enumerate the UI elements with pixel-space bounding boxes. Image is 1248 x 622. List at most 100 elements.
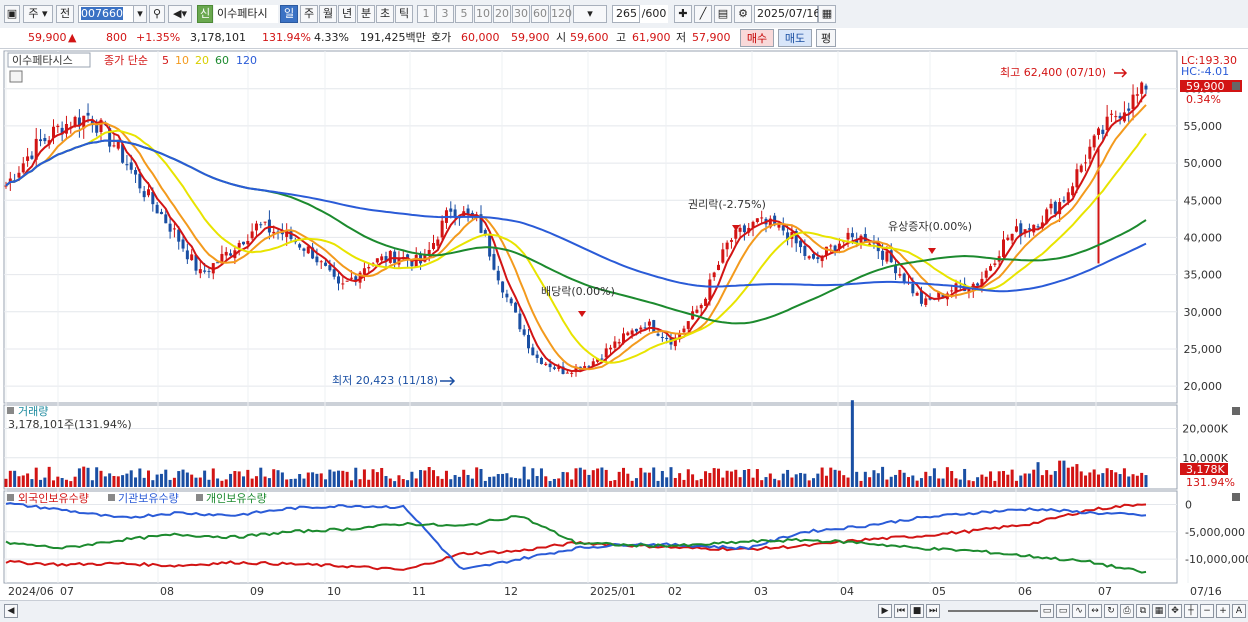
window-menu-icon[interactable]: ▣	[4, 5, 20, 23]
crosshair-icon[interactable]: ┼	[1184, 604, 1198, 618]
candle-body	[254, 223, 258, 231]
volume-bar	[708, 472, 712, 487]
tab-month[interactable]: 월	[319, 5, 337, 23]
view-icon-1[interactable]: ▭	[1040, 604, 1054, 618]
volume-bar	[414, 478, 418, 487]
interval-30[interactable]: 30	[512, 5, 530, 23]
interval-3[interactable]: 3	[436, 5, 454, 23]
volume-bar	[963, 468, 967, 487]
print-icon[interactable]: ⎙	[1120, 604, 1134, 618]
candle-body	[1079, 165, 1083, 172]
zoom-in-icon[interactable]: +	[1216, 604, 1230, 618]
zoom-slider[interactable]	[948, 610, 1038, 612]
volume-bar	[812, 478, 815, 487]
volume-bar	[60, 478, 64, 487]
candle-body	[717, 264, 720, 271]
interval-1[interactable]: 1	[417, 5, 435, 23]
volume-bar	[919, 478, 923, 487]
volume-title: 거래량	[18, 405, 48, 418]
code-dropdown-icon[interactable]: ▾	[133, 5, 147, 23]
volume-bar	[224, 479, 228, 487]
chart-area[interactable]: 60,00055,00050,00045,00040,00035,00030,0…	[0, 49, 1248, 621]
volume-bar	[466, 474, 470, 487]
interval-60[interactable]: 60	[531, 5, 549, 23]
volume-bar	[332, 471, 336, 487]
price-tick-label: 50,000	[1184, 157, 1223, 170]
interval-input[interactable]: ▾	[573, 5, 607, 23]
volume-bar	[548, 481, 552, 487]
date-input[interactable]: 2025/07/16	[754, 5, 820, 23]
candle-body	[159, 211, 163, 215]
interval-120[interactable]: 120	[550, 5, 572, 23]
tab-year[interactable]: 년	[338, 5, 356, 23]
volume-bar	[803, 473, 807, 487]
zoom-out-icon[interactable]: −	[1200, 604, 1214, 618]
type-select[interactable]: 주 ▾	[23, 5, 53, 23]
volume-bar	[324, 479, 328, 487]
volume-bar	[69, 481, 73, 487]
volume-bar	[129, 470, 133, 487]
save-icon[interactable]: ▤	[714, 5, 732, 23]
copy-icon[interactable]: ⧉	[1136, 604, 1150, 618]
candle-body	[1062, 199, 1066, 202]
candle-body	[172, 228, 176, 230]
volume-bar	[622, 467, 625, 487]
interval-5[interactable]: 5	[455, 5, 473, 23]
refresh-icon[interactable]: ↻	[1104, 604, 1118, 618]
chart-tool-icon[interactable]: ✚	[674, 5, 692, 23]
gear-icon[interactable]: ⚙	[734, 5, 752, 23]
volume-bar	[246, 469, 250, 487]
draw-tool-icon[interactable]: ╱	[694, 5, 712, 23]
stop-icon[interactable]: ■	[910, 604, 924, 618]
search-icon[interactable]: ⚲	[149, 5, 165, 23]
volume-last-pct: 131.94%	[1186, 476, 1235, 489]
interval-10[interactable]: 10	[474, 5, 492, 23]
volume-bar	[142, 477, 146, 487]
high-label: 고	[616, 31, 627, 44]
candle-body	[639, 327, 643, 330]
candle-body	[332, 269, 336, 277]
font-icon[interactable]: A	[1232, 604, 1246, 618]
eval-button[interactable]: 평	[816, 29, 836, 47]
count-input[interactable]: 265	[612, 5, 640, 23]
volume-bar	[319, 473, 323, 487]
volume-bar	[13, 470, 17, 487]
calendar-icon[interactable]: ▦	[818, 5, 836, 23]
tab-week[interactable]: 주	[300, 5, 318, 23]
interval-20[interactable]: 20	[493, 5, 511, 23]
tab-minute[interactable]: 분	[357, 5, 375, 23]
candle-body	[881, 250, 885, 260]
volume-bar	[453, 475, 457, 487]
scroll-left-icon[interactable]: ◀	[4, 604, 18, 618]
scroll-right-icon[interactable]: ▶	[878, 604, 892, 618]
scope-button[interactable]: 전	[56, 5, 74, 23]
sell-button[interactable]: 매도	[778, 29, 812, 47]
volume-bar	[99, 470, 103, 487]
chart-svg[interactable]: 60,00055,00050,00045,00040,00035,00030,0…	[0, 49, 1248, 600]
code-input[interactable]: 007660	[78, 5, 136, 23]
volume-bar	[1058, 460, 1062, 487]
candle-body	[349, 277, 353, 279]
move-icon[interactable]: ✥	[1168, 604, 1182, 618]
volume-bar	[436, 476, 440, 487]
compare-icon[interactable]: ↔	[1088, 604, 1102, 618]
first-icon[interactable]: ⏮	[894, 604, 908, 618]
tab-day[interactable]: 일	[280, 5, 298, 23]
price-panel-frame	[3, 50, 1178, 404]
view-icon-2[interactable]: ▭	[1056, 604, 1070, 618]
x-tick-label: 2025/01	[590, 585, 636, 598]
candle-body	[246, 240, 250, 245]
layout-icon[interactable]: ▦	[1152, 604, 1166, 618]
last-icon[interactable]: ⏭	[926, 604, 940, 618]
price-tick-label: 20,000	[1184, 380, 1223, 393]
candle-body	[885, 251, 889, 262]
tab-tick[interactable]: 틱	[395, 5, 413, 23]
volume-bar	[419, 469, 423, 487]
volume-bar	[181, 469, 185, 487]
speaker-icon[interactable]: ◀▾	[168, 5, 192, 23]
tab-second[interactable]: 초	[376, 5, 394, 23]
buy-button[interactable]: 매수	[740, 29, 774, 47]
split-icon[interactable]: ∿	[1072, 604, 1086, 618]
volume-bar	[1084, 475, 1088, 487]
x-tick-label: 08	[160, 585, 174, 598]
